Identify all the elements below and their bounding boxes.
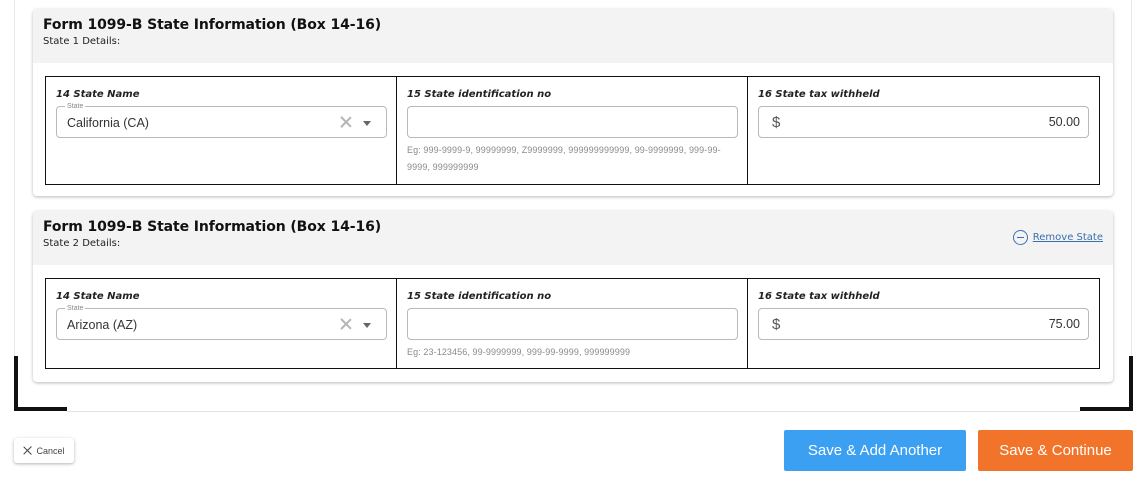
state-card-header: Form 1099-B State Information (Box 14-16…: [33, 9, 1113, 63]
state-id-cell: 15 State identification no Eg: 999-9999-…: [397, 77, 748, 184]
save-add-another-button[interactable]: Save & Add Another: [784, 430, 966, 471]
state-select[interactable]: State California (CA): [56, 102, 387, 138]
state-name-cell: 14 State Name State Arizona (AZ): [46, 279, 397, 368]
close-icon[interactable]: [339, 317, 353, 331]
state-id-input[interactable]: [407, 106, 738, 138]
state-select-value: Arizona (AZ): [67, 318, 138, 332]
state-card-title: Form 1099-B State Information (Box 14-16…: [43, 17, 382, 33]
state-tax-value: 50.00: [1048, 115, 1080, 129]
state-id-label: 15 State identification no: [407, 291, 552, 302]
close-icon[interactable]: [339, 115, 353, 129]
state-id-label: 15 State identification no: [407, 89, 552, 100]
state-card-subtitle: State 2 Details:: [43, 238, 121, 249]
state-tax-value: 75.00: [1048, 317, 1080, 331]
state-tax-cell: 16 State tax withheld $ 50.00: [748, 77, 1099, 184]
state-tax-input[interactable]: $ 50.00: [758, 106, 1089, 138]
state-tax-cell: 16 State tax withheld $ 75.00: [748, 279, 1099, 368]
state-card-2: Form 1099-B State Information (Box 14-16…: [33, 211, 1113, 382]
state-select-value: California (CA): [67, 116, 149, 130]
chevron-down-icon[interactable]: [363, 323, 371, 328]
state-tax-label: 16 State tax withheld: [758, 89, 880, 100]
state-fields-grid: 14 State Name State California (CA) 15 S…: [45, 76, 1100, 185]
state-id-hint: Eg: 23-123456, 99-9999999, 999-99-9999, …: [407, 347, 631, 357]
footer-divider: [67, 411, 1080, 412]
state-id-input[interactable]: [407, 308, 738, 340]
page-border-left: [14, 0, 15, 356]
state-card-title: Form 1099-B State Information (Box 14-16…: [43, 219, 382, 235]
state-select-float-label: State: [65, 102, 86, 111]
cancel-button[interactable]: Cancel: [14, 438, 74, 463]
state-name-cell: 14 State Name State California (CA): [46, 77, 397, 184]
dollar-icon: $: [772, 316, 781, 333]
state-fields-grid: 14 State Name State Arizona (AZ) 15 Stat…: [45, 278, 1100, 369]
minus-circle-icon[interactable]: [1012, 230, 1028, 245]
save-continue-button[interactable]: Save & Continue: [978, 430, 1133, 471]
state-id-cell: 15 State identification no Eg: 23-123456…: [397, 279, 748, 368]
state-card-1: Form 1099-B State Information (Box 14-16…: [33, 9, 1113, 196]
chevron-down-icon[interactable]: [363, 121, 371, 126]
state-name-label: 14 State Name: [56, 89, 140, 100]
state-name-label: 14 State Name: [56, 291, 140, 302]
close-icon: [23, 446, 32, 455]
state-select-float-label: State: [65, 304, 86, 313]
state-tax-label: 16 State tax withheld: [758, 291, 880, 302]
remove-state-button[interactable]: Remove State: [1012, 230, 1103, 245]
state-select[interactable]: State Arizona (AZ): [56, 304, 387, 340]
state-tax-input[interactable]: $ 75.00: [758, 308, 1089, 340]
dollar-icon: $: [772, 114, 781, 131]
page-border-right: [1131, 0, 1132, 356]
state-id-hint: Eg: 999-9999-9, 99999999, Z9999999, 9999…: [407, 145, 721, 172]
remove-state-label[interactable]: Remove State: [1033, 232, 1103, 243]
state-card-subtitle: State 1 Details:: [43, 36, 121, 47]
cancel-label: Cancel: [36, 445, 65, 456]
state-card-header: Form 1099-B State Information (Box 14-16…: [33, 211, 1113, 265]
